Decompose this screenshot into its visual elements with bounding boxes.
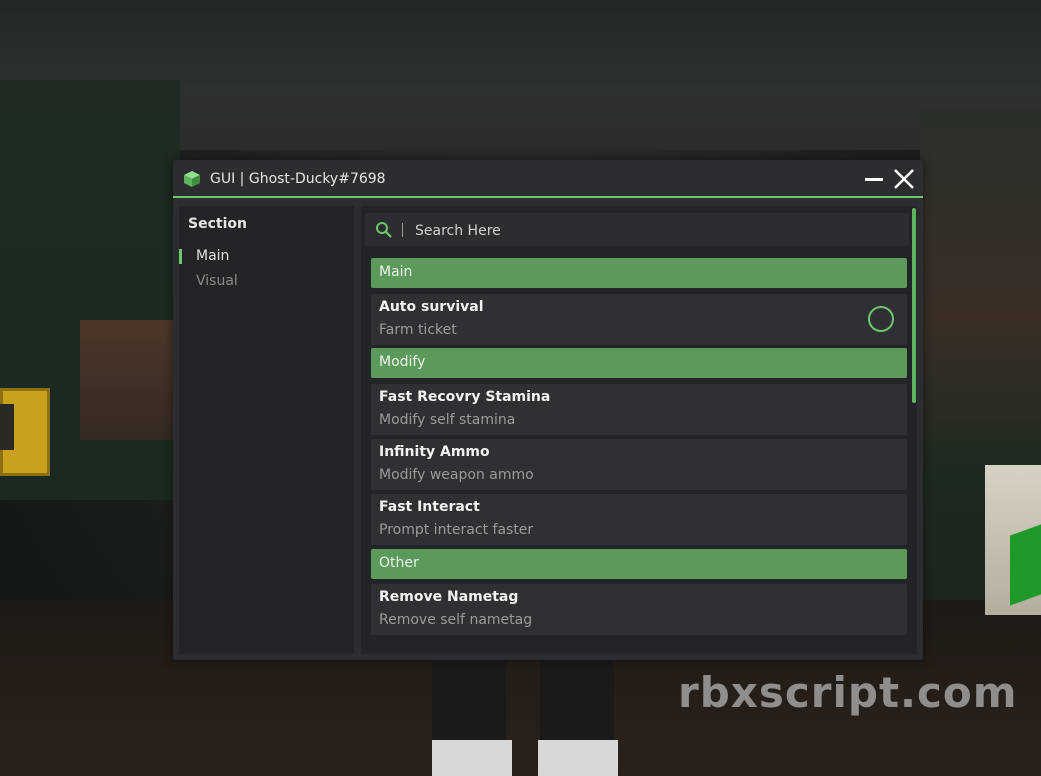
game-background-panel (80, 320, 175, 440)
feature-name: Auto survival (379, 299, 484, 315)
sidebar-item-visual[interactable]: Visual (179, 271, 354, 295)
active-indicator (179, 249, 182, 264)
character-shoe (538, 740, 618, 776)
title-bar[interactable]: GUI | Ghost-Ducky#7698 (173, 160, 923, 198)
script-gui-window: GUI | Ghost-Ducky#7698 Section Main Visu… (173, 160, 923, 660)
player-character (432, 660, 622, 776)
search-divider (402, 223, 403, 237)
feature-description: Prompt interact faster (379, 522, 534, 538)
game-background-box-logo (1010, 524, 1041, 606)
minimize-icon[interactable] (863, 168, 885, 190)
feature-name: Remove Nametag (379, 589, 519, 605)
scrollbar[interactable] (912, 208, 916, 403)
group-header-modify: Modify (371, 348, 907, 378)
feature-row-remove-nametag[interactable]: Remove Nametag Remove self nametag (371, 584, 907, 635)
feature-row-fast-recovery-stamina[interactable]: Fast Recovry Stamina Modify self stamina (371, 384, 907, 435)
toggle-circle-icon[interactable] (868, 306, 894, 332)
sidebar-item-main[interactable]: Main (179, 246, 354, 270)
character-shoe (432, 740, 512, 776)
feature-name: Infinity Ammo (379, 444, 490, 460)
group-header-other: Other (371, 549, 907, 579)
search-icon (376, 222, 392, 238)
feature-description: Modify self stamina (379, 412, 516, 428)
sidebar-item-label: Visual (196, 273, 238, 289)
sidebar-item-label: Main (196, 248, 230, 264)
feature-list-panel: Main Auto survival Farm ticket Modify Fa… (361, 206, 917, 654)
section-title: Section (188, 216, 247, 232)
group-header-main: Main (371, 258, 907, 288)
feature-row-fast-interact[interactable]: Fast Interact Prompt interact faster (371, 494, 907, 545)
cube-logo-icon (184, 171, 200, 187)
feature-description: Farm ticket (379, 322, 457, 338)
close-icon[interactable] (891, 166, 917, 192)
feature-name: Fast Interact (379, 499, 480, 515)
search-bar[interactable] (365, 213, 909, 248)
feature-description: Modify weapon ammo (379, 467, 534, 483)
feature-row-auto-survival[interactable]: Auto survival Farm ticket (371, 294, 907, 345)
feature-description: Remove self nametag (379, 612, 533, 628)
feature-row-infinity-ammo[interactable]: Infinity Ammo Modify weapon ammo (371, 439, 907, 490)
search-input[interactable] (413, 213, 897, 248)
watermark: rbxscript.com (678, 668, 1018, 717)
feature-name: Fast Recovry Stamina (379, 389, 551, 405)
section-sidebar: Section Main Visual (179, 206, 354, 654)
window-title: GUI | Ghost-Ducky#7698 (210, 171, 386, 187)
game-background-yellow-inner (0, 404, 14, 450)
